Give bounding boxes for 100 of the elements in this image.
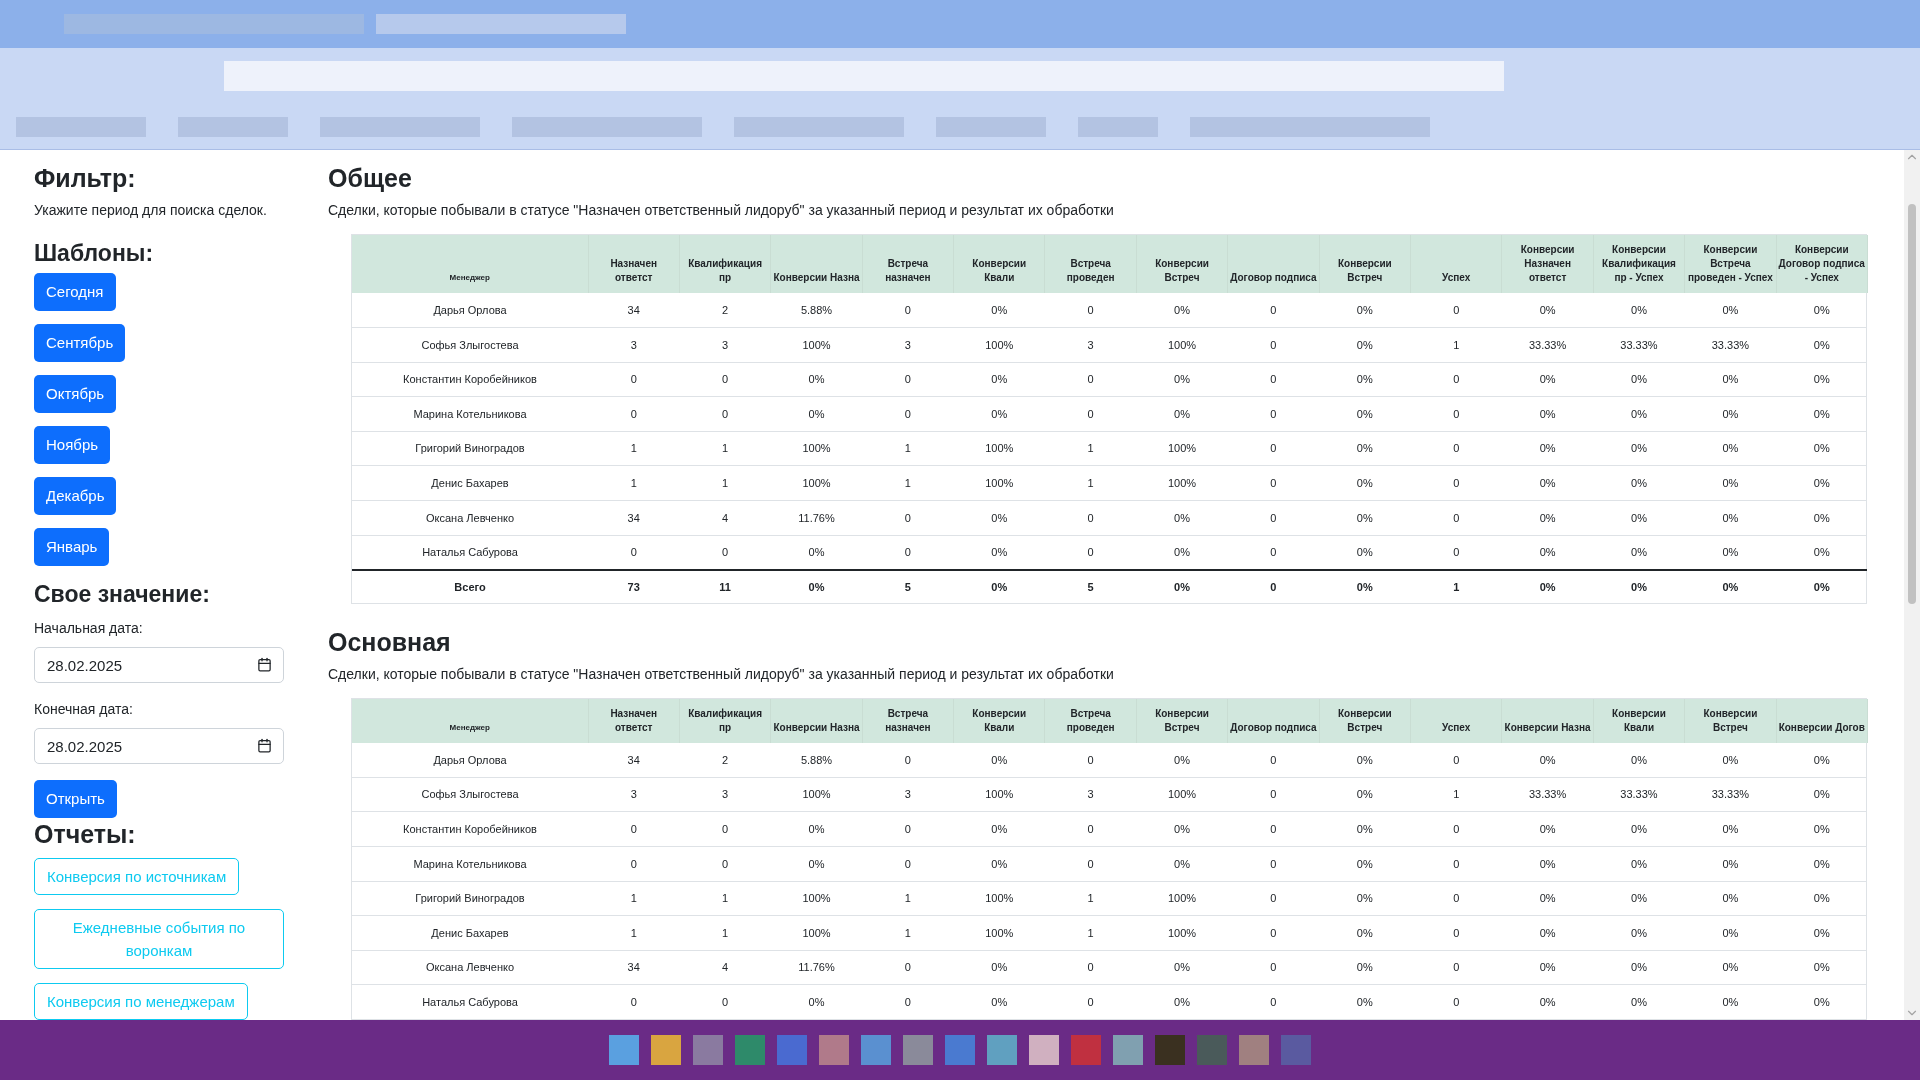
table-cell: 0%: [1593, 535, 1685, 570]
column-header: Конверсии Встреч: [1136, 235, 1228, 293]
table-cell: 0%: [1319, 396, 1411, 432]
custom-heading: Свое значение:: [34, 580, 211, 609]
column-header: Договор подписа: [1227, 235, 1320, 293]
table-cell: 0%: [1136, 950, 1228, 985]
manager-name: Марина Котельникова: [352, 846, 588, 882]
total-cell: 73: [588, 569, 680, 603]
table-cell: 0%: [1684, 500, 1777, 536]
open-button[interactable]: Открыть: [34, 780, 117, 818]
table-cell: 0%: [1776, 881, 1868, 916]
table-cell: 0%: [1501, 950, 1594, 985]
table-cell: 0%: [1136, 742, 1228, 778]
table-cell: 0: [1227, 535, 1320, 570]
table-cell: 0%: [953, 535, 1045, 570]
table-cell: 0%: [1501, 881, 1594, 916]
table-cell: 0: [1410, 846, 1502, 882]
table-cell: 3: [679, 777, 771, 812]
table-cell: 33.33%: [1684, 327, 1777, 363]
scrollbar[interactable]: [1904, 150, 1920, 1020]
table-cell: 3: [862, 327, 954, 363]
table-cell: 0: [1410, 915, 1502, 951]
table-cell: 0%: [770, 811, 863, 847]
manager-name: Марина Котельникова: [352, 396, 588, 432]
table-cell: 0: [1227, 777, 1320, 812]
table-cell: 0: [1227, 742, 1320, 778]
scrollbar-thumb[interactable]: [1908, 204, 1916, 604]
table-cell: 0: [1227, 396, 1320, 432]
table-cell: 0%: [1776, 811, 1868, 847]
table-cell: 1: [588, 431, 680, 466]
template-button[interactable]: Сентябрь: [34, 324, 126, 362]
table-cell: 1: [1044, 431, 1137, 466]
table-cell: 33.33%: [1593, 327, 1685, 363]
table-cell: 0: [679, 535, 771, 570]
table-cell: 33.33%: [1684, 777, 1777, 812]
table-cell: 0: [588, 811, 680, 847]
table-cell: 0: [862, 742, 954, 778]
manager-name: Наталья Сабурова: [352, 535, 588, 570]
table-cell: 1: [1044, 465, 1137, 501]
table-cell: 0%: [1593, 431, 1685, 466]
table-cell: 0%: [953, 742, 1045, 778]
total-cell: 0%: [1136, 569, 1228, 603]
calendar-icon[interactable]: [257, 738, 272, 753]
table-cell: 0%: [1776, 742, 1868, 778]
total-cell: 0%: [1684, 569, 1777, 603]
manager-name: Оксана Левченко: [352, 500, 588, 536]
column-header: Конверсии Назна: [770, 698, 863, 743]
column-header: Конверсии Квалификация пр - Успех: [1593, 235, 1685, 293]
table-cell: 0%: [1319, 431, 1411, 466]
table-cell: 0%: [1319, 984, 1411, 1020]
table-cell: 0%: [1319, 881, 1411, 916]
table-cell: 1: [1044, 881, 1137, 916]
manager-name: Денис Бахарев: [352, 465, 588, 501]
table-cell: 100%: [1136, 431, 1228, 466]
manager-name: Денис Бахарев: [352, 915, 588, 951]
table-cell: 0%: [1501, 396, 1594, 432]
table-cell: 0: [1044, 950, 1137, 985]
column-header: Конверсии Квали: [953, 235, 1045, 293]
table-cell: 0: [588, 535, 680, 570]
table-cell: 34: [588, 742, 680, 778]
table-cell: 0%: [1684, 293, 1777, 328]
end-date-field[interactable]: 28.02.2025: [34, 728, 284, 764]
template-button[interactable]: Ноябрь: [34, 426, 111, 464]
table-cell: 0: [1410, 396, 1502, 432]
table-cell: 0: [588, 846, 680, 882]
template-button[interactable]: Сегодня: [34, 273, 116, 311]
column-header: Конверсии Встреча проведен - Успех: [1684, 235, 1777, 293]
template-button[interactable]: Январь: [34, 528, 110, 566]
table-cell: 0: [1227, 915, 1320, 951]
section-heading: Общее: [328, 163, 413, 194]
table-cell: 0%: [1319, 327, 1411, 363]
column-header: Конверсии Встреч: [1319, 235, 1411, 293]
calendar-icon[interactable]: [257, 657, 272, 672]
table-cell: 100%: [1136, 915, 1228, 951]
template-button[interactable]: Декабрь: [34, 477, 117, 515]
table-cell: 1: [862, 915, 954, 951]
table-cell: 0: [1227, 431, 1320, 466]
start-date-field[interactable]: 28.02.2025: [34, 647, 284, 683]
table-cell: 0%: [1319, 846, 1411, 882]
table-cell: 0%: [770, 362, 863, 397]
column-header: Встреча проведен: [1044, 235, 1137, 293]
table-cell: 0%: [1776, 535, 1868, 570]
column-header: Конверсии Встреч: [1319, 698, 1411, 743]
column-header: Встреча проведен: [1044, 698, 1137, 743]
table-cell: 3: [1044, 777, 1137, 812]
table-cell: 0%: [1776, 984, 1868, 1020]
table-cell: 0: [862, 500, 954, 536]
table-cell: 0: [1044, 293, 1137, 328]
total-cell: 0%: [953, 569, 1045, 603]
table-cell: 0: [679, 984, 771, 1020]
template-button[interactable]: Октябрь: [34, 375, 117, 413]
total-cell: 0%: [1501, 569, 1594, 603]
column-header: Конверсии Назна: [1501, 698, 1594, 743]
table-cell: 0%: [1136, 984, 1228, 1020]
table-cell: 0%: [1684, 811, 1777, 847]
table-cell: 3: [588, 327, 680, 363]
table-cell: 0: [1227, 293, 1320, 328]
table-cell: 0%: [1136, 396, 1228, 432]
total-cell: 1: [1410, 569, 1502, 603]
table-cell: 0%: [953, 811, 1045, 847]
